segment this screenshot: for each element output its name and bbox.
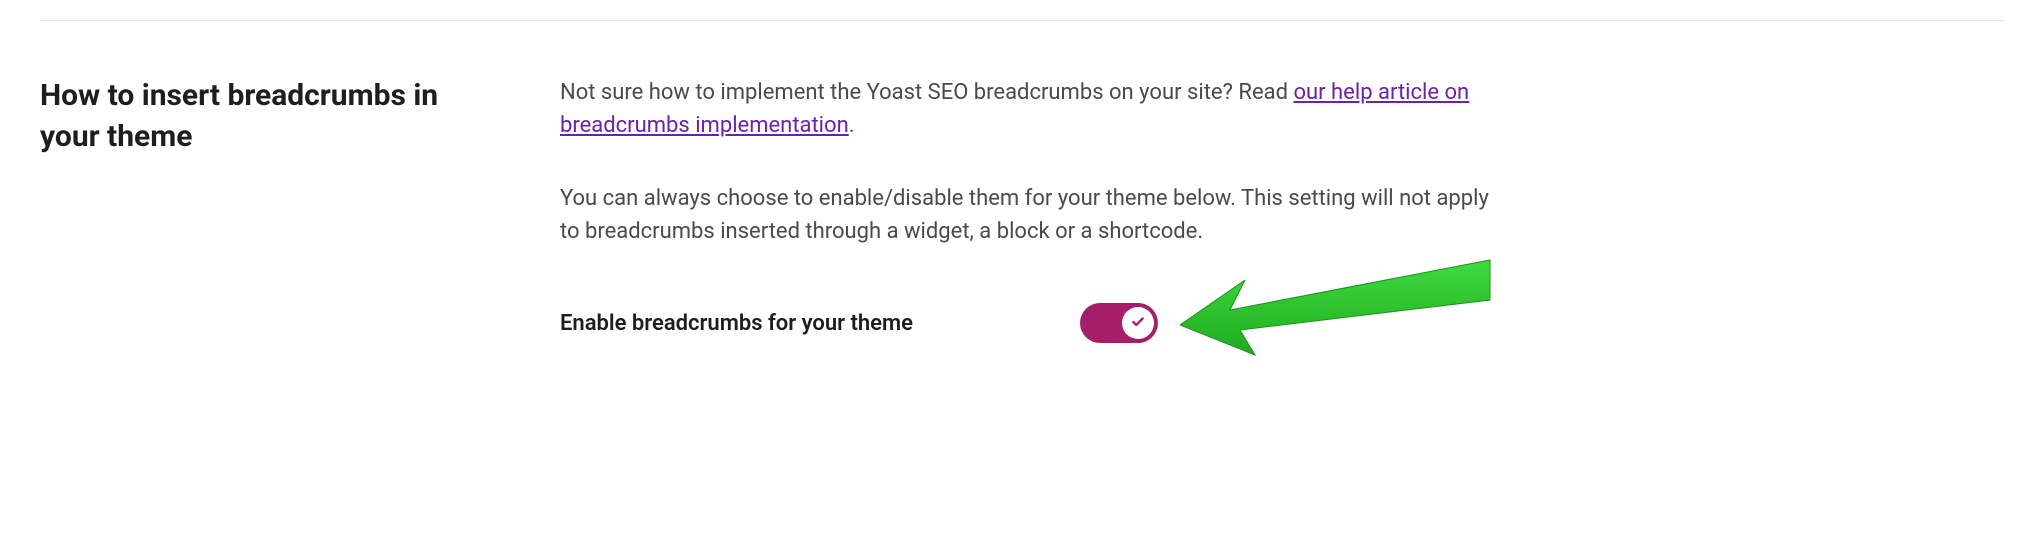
section-right-column: Not sure how to implement the Yoast SEO … [560,76,1500,343]
section-description-1: Not sure how to implement the Yoast SEO … [560,76,1500,142]
section-heading: How to insert breadcrumbs in your theme [40,76,480,157]
toggle-knob [1122,307,1154,339]
section-description-2: You can always choose to enable/disable … [560,182,1500,248]
description-text-suffix: . [849,113,855,138]
description-text-prefix: Not sure how to implement the Yoast SEO … [560,80,1293,105]
enable-breadcrumbs-toggle[interactable] [1080,303,1158,343]
section-left-column: How to insert breadcrumbs in your theme [40,76,480,343]
check-icon [1131,314,1145,333]
section-divider [40,20,2004,21]
toggle-row: Enable breadcrumbs for your theme [560,303,1500,343]
toggle-label: Enable breadcrumbs for your theme [560,311,1040,336]
settings-section: How to insert breadcrumbs in your theme … [40,76,2004,343]
